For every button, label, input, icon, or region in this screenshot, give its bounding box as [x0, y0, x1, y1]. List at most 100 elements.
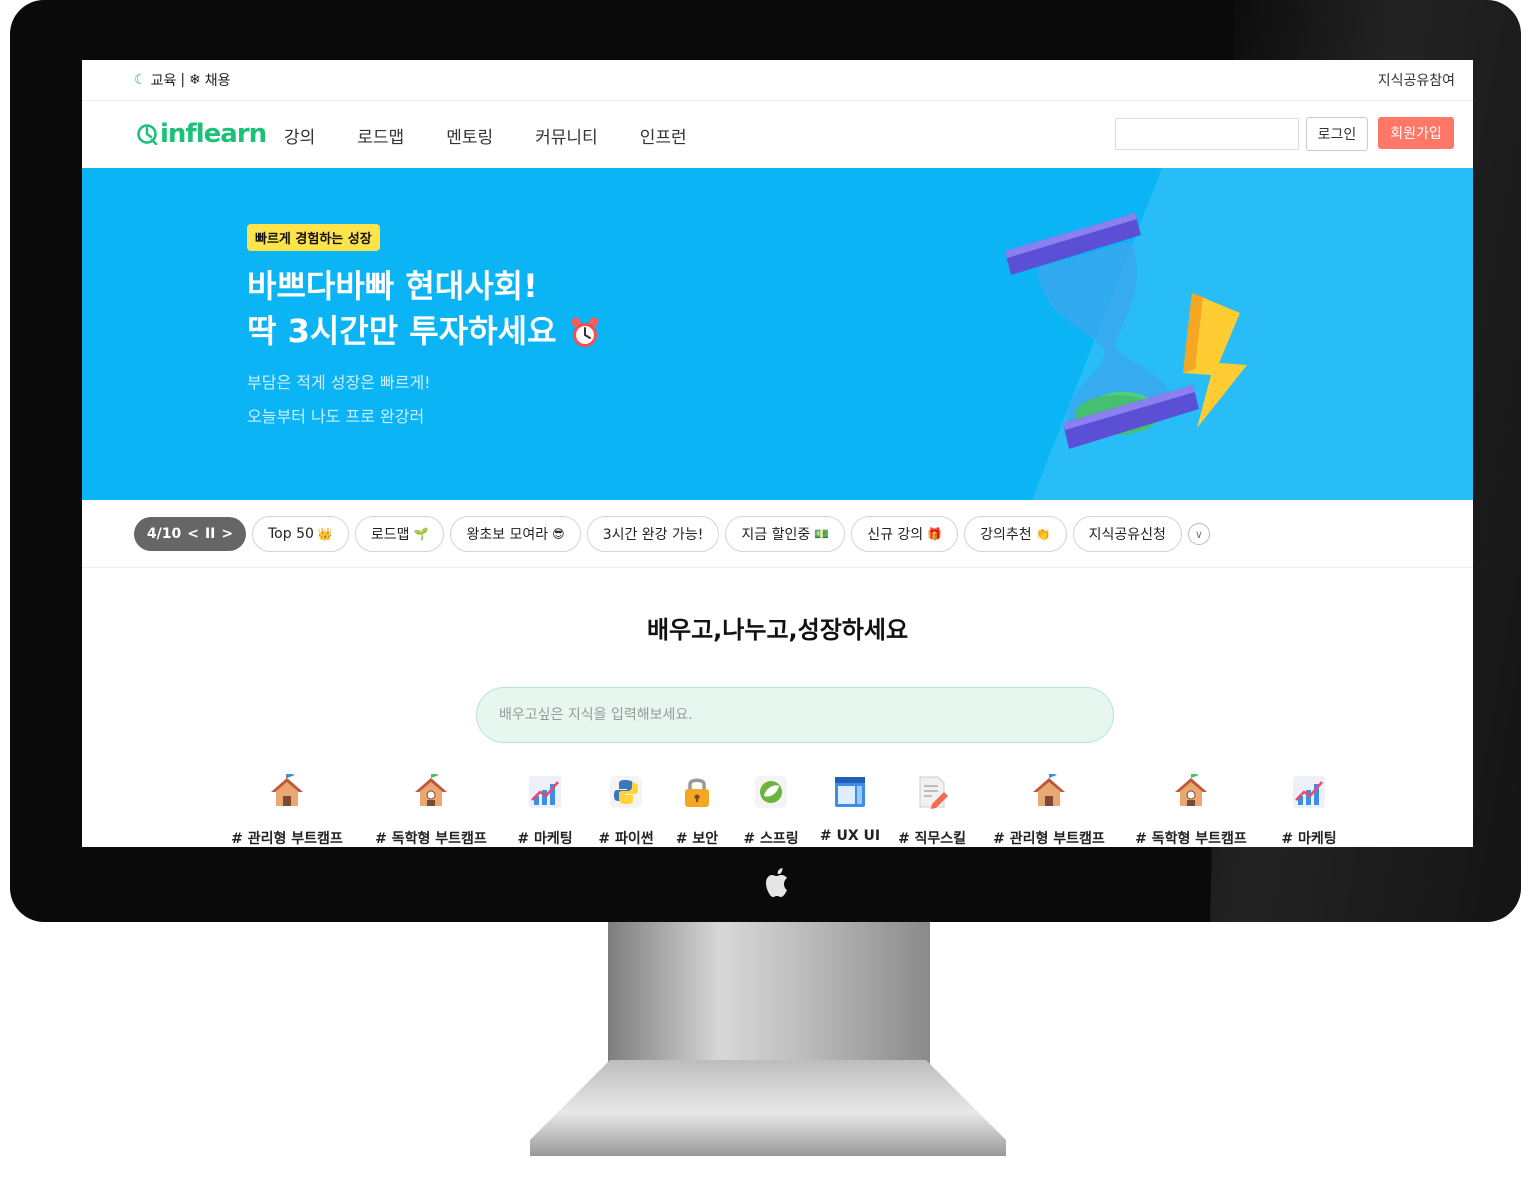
chip-label: 지금 할인중 — [741, 527, 811, 543]
category-item[interactable]: # 보안 — [662, 774, 732, 847]
main-nav: inflearn 강의 로드맵 멘토링 커뮤니티 인프런 로그인 회원가입 — [82, 101, 1473, 167]
apple-logo-icon — [766, 868, 787, 897]
hourglass-lightning-illustration — [1005, 213, 1247, 449]
spring-icon — [755, 776, 787, 808]
lock-icon — [685, 778, 709, 807]
nav-item-courses[interactable]: 강의 — [284, 123, 315, 148]
chip-knowledge-apply[interactable]: 지식공유신청 — [1072, 516, 1182, 552]
category-label: # 독학형 부트캠프 — [1135, 831, 1247, 847]
chevron-down-icon[interactable]: ∨ — [1187, 523, 1210, 545]
chip-recommend[interactable]: 강의추천 👏 — [964, 516, 1067, 552]
python-icon — [610, 776, 642, 808]
separator: | — [180, 72, 186, 88]
window-icon — [835, 777, 865, 807]
monitor-bezel: ☾ 교육 | ❄ 채용 지식공유참여 inflearn 강의 로드맵 멘토링 커… — [10, 0, 1521, 922]
chip-row: 4/10 < II > Top 50 👑 로드맵 🌱 왕초보 모여라 😎 3시간… — [134, 516, 1210, 552]
logo-mark-icon — [137, 124, 158, 145]
category-item[interactable]: # 마케팅 — [504, 774, 586, 847]
category-item[interactable]: # 스프링 — [730, 774, 812, 847]
document-pencil-icon — [919, 776, 948, 809]
gift-icon: 🎁 — [927, 527, 943, 541]
category-item[interactable]: # 파이썬 — [586, 774, 666, 847]
nav-item-inflearn[interactable]: 인프런 — [640, 123, 687, 148]
banner-title-line2-wrap: 딱 3시간만 투자하세요 — [247, 309, 601, 354]
sprout-icon: 🌱 — [413, 527, 429, 541]
chip-label: 강의추천 — [980, 527, 1032, 543]
chip-label: 로드맵 — [370, 527, 410, 543]
banner-title: 바쁘다바빠 현대사회! 딱 3시간만 투자하세요 — [247, 264, 601, 354]
hero-banner[interactable]: 빠르게 경험하는 성장 바쁘다바빠 현대사회! 딱 3시간만 투자하세요 부담은… — [82, 168, 1473, 500]
school-house-icon — [271, 772, 303, 806]
banner-pager: 4/10 < II > — [134, 517, 246, 551]
chip-label: 지식공유신청 — [1088, 527, 1166, 543]
school-house-icon — [1033, 772, 1065, 806]
chip-new[interactable]: 신규 강의 🎁 — [851, 516, 959, 552]
banner-sub-line2: 오늘부터 나도 프로 완강러 — [247, 407, 425, 426]
nav-item-roadmap[interactable]: 로드맵 — [357, 123, 404, 148]
filter-bar: 4/10 < II > Top 50 👑 로드맵 🌱 왕초보 모여라 😎 3시간… — [82, 501, 1473, 568]
pager-prev-button[interactable]: < — [187, 526, 199, 542]
nav-menu: 강의 로드맵 멘토링 커뮤니티 인프런 — [284, 123, 729, 148]
chip-beginners[interactable]: 왕초보 모여라 😎 — [450, 516, 581, 552]
banner-badge: 빠르게 경험하는 성장 — [247, 224, 380, 251]
nav-search-input[interactable] — [1115, 118, 1299, 150]
chip-roadmap[interactable]: 로드맵 🌱 — [354, 516, 445, 552]
category-label: # 마케팅 — [517, 831, 573, 847]
recruit-link[interactable]: 채용 — [205, 70, 231, 90]
main-headline: 배우고,나누고,성장하세요 — [646, 616, 909, 644]
signup-button[interactable]: 회원가입 — [1378, 117, 1454, 149]
category-label: # 관리형 부트캠프 — [993, 831, 1105, 847]
category-item[interactable]: # 독학형 부트캠프 — [366, 772, 496, 847]
chip-top50[interactable]: Top 50 👑 — [252, 516, 349, 552]
category-item[interactable]: # 직무스킬 — [888, 774, 976, 847]
browser-screen: ☾ 교육 | ❄ 채용 지식공유참여 inflearn 강의 로드맵 멘토링 커… — [82, 60, 1473, 847]
crown-icon: 👑 — [317, 527, 333, 541]
chart-up-icon — [529, 776, 561, 808]
category-row: # 관리형 부트캠프 # 독학형 부트캠프 # 마케팅 # 파이썬 # 보안 #… — [222, 772, 1352, 847]
nav-item-mentoring[interactable]: 멘토링 — [446, 123, 493, 148]
main-search-box — [476, 687, 1114, 743]
money-icon: 💵 — [814, 527, 830, 541]
category-item[interactable]: # 독학형 부트캠프 — [1126, 772, 1256, 847]
category-item[interactable]: # UX UI — [812, 774, 888, 844]
chart-up-icon — [1293, 776, 1325, 808]
monitor-base — [530, 1060, 1006, 1156]
sunglasses-face-icon: 😎 — [552, 527, 565, 541]
category-label: # 관리형 부트캠프 — [231, 831, 343, 847]
top-links: ☾ 교육 | ❄ 채용 — [134, 70, 231, 90]
clap-icon: 👏 — [1035, 527, 1051, 541]
category-label: # 마케팅 — [1281, 831, 1337, 847]
chip-label: 신규 강의 — [867, 527, 924, 543]
school-house-icon — [415, 772, 447, 806]
category-label: # 보안 — [675, 831, 719, 847]
pager-next-button[interactable]: > — [221, 526, 233, 542]
knowledge-share-link[interactable]: 지식공유참여 — [1378, 70, 1455, 90]
pager-current: 4/10 — [146, 526, 182, 542]
logo-text: inflearn — [160, 119, 267, 149]
banner-title-line2: 딱 3시간만 투자하세요 — [247, 312, 557, 350]
banner-subtext: 부담은 적게 성장은 빠르게! 오늘부터 나도 프로 완강러 — [247, 366, 431, 434]
chip-discount[interactable]: 지금 할인중 💵 — [725, 516, 846, 552]
category-label: # 독학형 부트캠프 — [375, 831, 487, 847]
banner-sub-line1: 부담은 적게 성장은 빠르게! — [247, 373, 431, 392]
category-label: # 스프링 — [743, 831, 799, 847]
category-label: # UX UI — [819, 828, 881, 844]
chip-3hours[interactable]: 3시간 완강 가능! — [586, 516, 720, 552]
category-item[interactable]: # 마케팅 — [1268, 774, 1350, 847]
snowflake-icon: ❄ — [189, 72, 201, 88]
category-label: # 파이썬 — [598, 831, 654, 847]
chip-label: 왕초보 모여라 — [466, 527, 549, 543]
login-button[interactable]: 로그인 — [1306, 117, 1368, 151]
category-item[interactable]: # 관리형 부트캠프 — [984, 772, 1114, 847]
chip-label: 3시간 완강 가능! — [602, 527, 704, 543]
pager-pause-button[interactable]: II — [205, 526, 215, 542]
category-item[interactable]: # 관리형 부트캠프 — [222, 772, 352, 847]
top-strip: ☾ 교육 | ❄ 채용 지식공유참여 — [82, 60, 1473, 101]
alarm-clock-icon — [571, 317, 599, 347]
banner-title-line1: 바쁘다바빠 현대사회! — [247, 267, 538, 305]
inflearn-logo[interactable]: inflearn — [136, 117, 267, 151]
nav-item-community[interactable]: 커뮤니티 — [535, 123, 598, 148]
moon-icon: ☾ — [134, 72, 147, 88]
edu-link[interactable]: 교육 — [151, 70, 177, 90]
main-search-input[interactable] — [497, 688, 1081, 742]
